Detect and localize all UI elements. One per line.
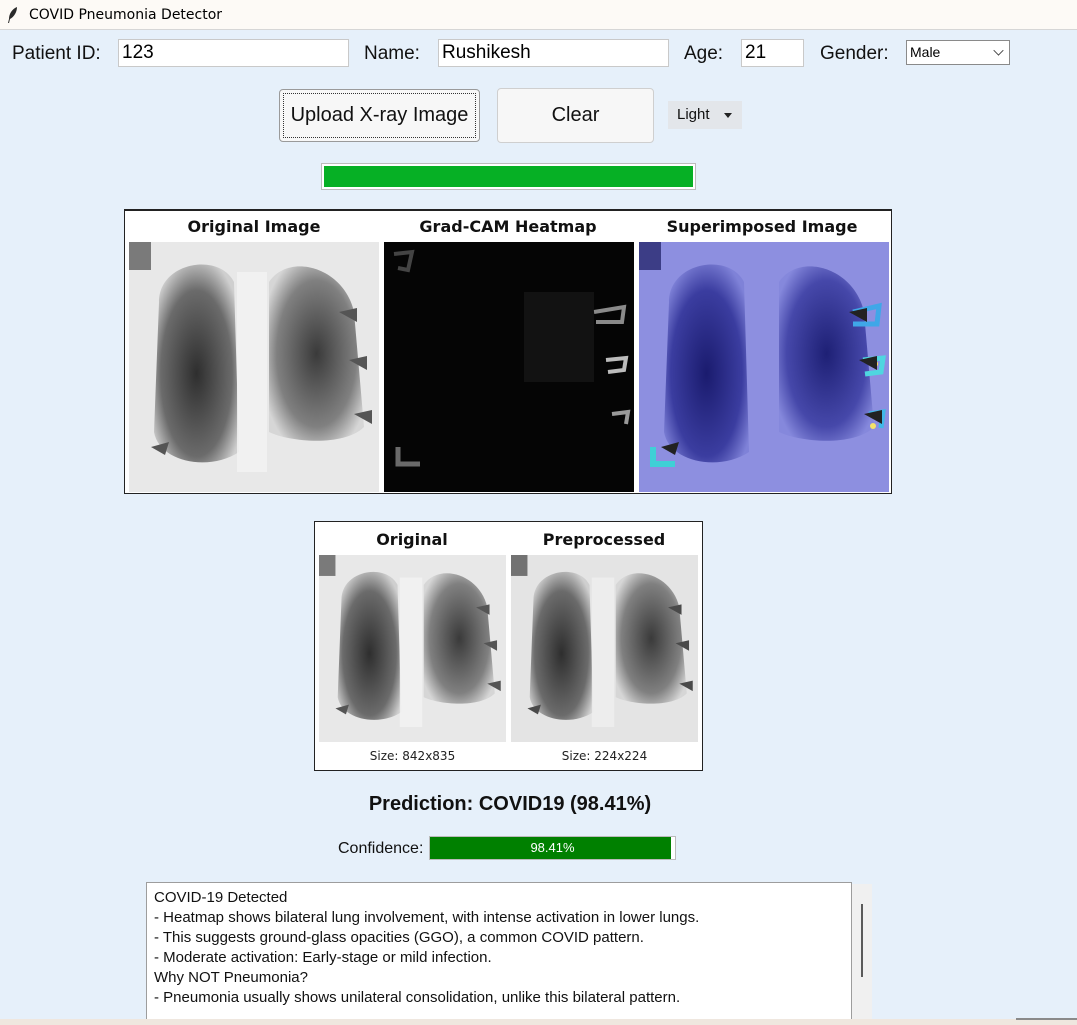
- focus-ring: [283, 93, 476, 138]
- upload-progress-fill: [324, 166, 693, 187]
- preprocess-original-title: Original: [376, 530, 448, 549]
- confidence-bar: 98.41%: [429, 836, 676, 860]
- name-label: Name:: [364, 43, 420, 64]
- chevron-down-icon: [993, 45, 1004, 56]
- name-field[interactable]: [438, 39, 669, 67]
- resize-grip[interactable]: [1016, 1018, 1077, 1020]
- preprocess-preprocessed-title: Preprocessed: [542, 530, 666, 549]
- preprocess-preprocessed-image: [511, 555, 698, 742]
- app-feather-icon: [8, 7, 17, 23]
- gender-select-value: Male: [910, 44, 941, 60]
- preprocess-figure: Original Preprocessed Size: 842x835 Size…: [314, 521, 703, 771]
- clear-label: Clear: [551, 104, 600, 126]
- confidence-label: Confidence:: [338, 840, 424, 857]
- confidence-bar-text: 98.41%: [530, 840, 575, 855]
- explanation-line: COVID-19 Detected: [154, 889, 288, 906]
- window-title: COVID Pneumonia Detector: [29, 7, 223, 23]
- analysis-figure: Original Image Grad-CAM Heatmap Superimp…: [124, 209, 892, 494]
- preprocess-original-image: [319, 555, 506, 742]
- explanation-line: - This suggests ground-glass opacities (…: [154, 929, 644, 946]
- explanation-line: - Moderate activation: Early-stage or mi…: [154, 949, 492, 966]
- superimposed-image: [639, 242, 889, 492]
- age-label: Age:: [684, 43, 724, 64]
- scrollbar-thumb[interactable]: [861, 904, 863, 977]
- upload-progress-bar: [321, 163, 696, 190]
- explanation-scrollbar[interactable]: [852, 884, 872, 1025]
- original-image-title: Original Image: [187, 217, 321, 236]
- gender-select[interactable]: Male: [906, 40, 1010, 65]
- title-bar: COVID Pneumonia Detector: [0, 0, 1077, 30]
- gradcam-heatmap-title: Grad-CAM Heatmap: [419, 217, 597, 236]
- prediction-text: Prediction: COVID19 (98.41%): [368, 793, 652, 815]
- explanation-line: - Heatmap shows bilateral lung involveme…: [154, 909, 700, 926]
- upload-xray-button[interactable]: Upload X-ray Image: [279, 89, 480, 142]
- window-bottom-edge: [0, 1019, 1077, 1025]
- patient-id-label: Patient ID:: [12, 43, 101, 64]
- original-xray-image: [129, 242, 379, 492]
- age-field[interactable]: [741, 39, 804, 67]
- theme-menu[interactable]: Light: [668, 101, 742, 129]
- theme-menu-value: Light: [677, 106, 710, 123]
- superimposed-image-title: Superimposed Image: [666, 217, 858, 236]
- explanation-textbox[interactable]: COVID-19 Detected - Heatmap shows bilate…: [146, 882, 852, 1025]
- explanation-line: Why NOT Pneumonia?: [154, 969, 308, 986]
- gender-label: Gender:: [820, 43, 889, 64]
- original-size-label: Size: 842x835: [369, 749, 456, 763]
- patient-id-field[interactable]: [118, 39, 349, 67]
- clear-button[interactable]: Clear: [497, 88, 654, 143]
- explanation-line: - Pneumonia usually shows unilateral con…: [154, 989, 681, 1006]
- dropdown-arrow-icon: [724, 113, 732, 118]
- preprocessed-size-label: Size: 224x224: [561, 749, 648, 763]
- gradcam-heatmap-image: [384, 242, 634, 492]
